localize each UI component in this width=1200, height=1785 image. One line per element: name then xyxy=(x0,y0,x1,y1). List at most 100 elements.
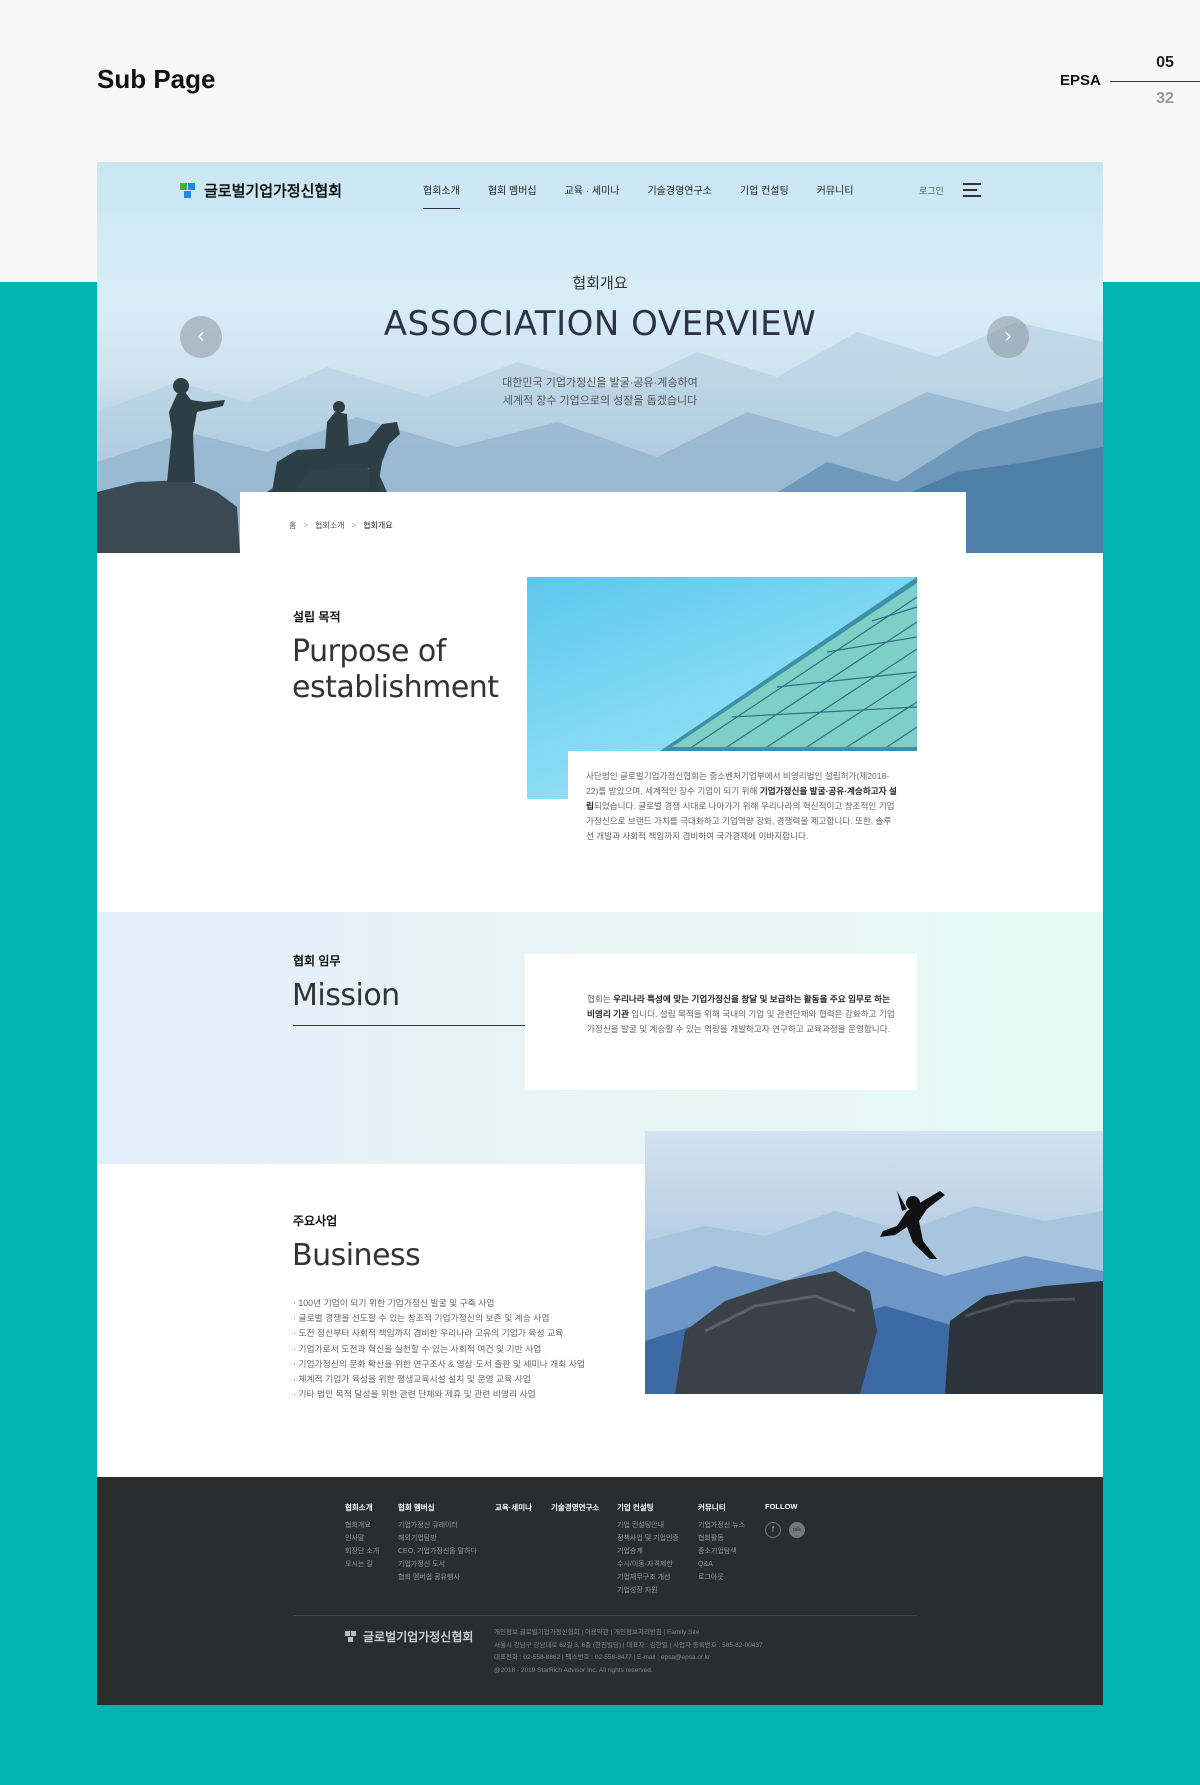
footer-link[interactable]: Q&A xyxy=(698,1558,745,1571)
footer-heading[interactable]: 기업 컨설팅 xyxy=(617,1502,679,1513)
footer-heading[interactable]: 협회 멤버십 xyxy=(398,1502,477,1513)
footer-link[interactable]: 협회개요 xyxy=(345,1519,379,1532)
chevron-right-icon: > xyxy=(303,521,309,530)
login-link[interactable]: 로그인 xyxy=(919,184,944,197)
footer-link[interactable]: 로그아웃 xyxy=(698,1571,745,1584)
website-mockup: 글로벌기업가정신협회 협회소개 협회 멤버십 교육 · 세미나 기술경영연구소 … xyxy=(97,162,1103,1705)
footer-info-line: 서울시 강남구 강남대로 62길 3, 6층 (한진빌딩) | 대표자 : 김한… xyxy=(494,1641,763,1649)
footer-logo[interactable]: 글로벌기업가정신협회 xyxy=(345,1628,473,1645)
indicator-line xyxy=(1110,81,1200,82)
footer-link[interactable]: 중소기업탐색 xyxy=(698,1545,745,1558)
purpose-label: 설립 목적 xyxy=(293,610,341,624)
business-label: 주요사업 xyxy=(293,1214,338,1228)
mission-arrow-line xyxy=(293,1025,558,1026)
facebook-icon[interactable]: f xyxy=(765,1522,781,1538)
breadcrumb-home[interactable]: 홈 xyxy=(289,520,296,531)
footer-link[interactable]: 기업승계 xyxy=(617,1545,679,1558)
hero-section: 글로벌기업가정신협회 협회소개 협회 멤버십 교육 · 세미나 기술경영연구소 … xyxy=(97,162,1103,553)
footer-link[interactable]: 기업 컨설팅안내 xyxy=(617,1519,679,1532)
nav-item-consulting[interactable]: 기업 컨설팅 xyxy=(726,182,803,197)
hero-title-korean: 협회개요 xyxy=(572,275,628,292)
footer-heading[interactable]: 기술경영연구소 xyxy=(551,1502,599,1513)
footer-divider xyxy=(293,1615,917,1616)
hero-subtitle: 대한민국 기업가정신을 발굴·공유·계승하여 세계적 장수 기업으로의 성장을 … xyxy=(97,374,1103,410)
footer-link[interactable]: 기업재무구조 개선 xyxy=(617,1571,679,1584)
mission-description-card: 협회는 우리나라 특성에 맞는 기업가정신을 창달 및 보급하는 활동을 주요 … xyxy=(525,954,917,1090)
footer-link[interactable]: 기업성장 지원 xyxy=(617,1584,679,1597)
site-header: 글로벌기업가정신협회 협회소개 협회 멤버십 교육 · 세미나 기술경영연구소 … xyxy=(97,162,1103,220)
footer-info-line: 개인정보 글로벌기업가정신협회 | 이용약관 | 개인정보처리방침 | Fami… xyxy=(494,1629,700,1636)
list-item: · 기타 법인 목적 달성을 위한 관련 단체와 제휴 및 관련 비영리 사업 xyxy=(293,1389,536,1400)
footer-column-consulting: 기업 컨설팅 기업 컨설팅안내 정책사업 및 기업인증 기업승계 수시/이동·자… xyxy=(617,1502,679,1597)
footer-copyright: @2018 - 2019 StarRich Advisor Inc. All r… xyxy=(494,1666,653,1674)
list-item: · 도전 정신부터 사회적 책임까지 겸비한 우리나라 고유의 기업가 육성 교… xyxy=(293,1328,564,1339)
footer-column-education: 교육·세미나 xyxy=(495,1502,532,1519)
footer-link[interactable]: 기업가정신 도서 xyxy=(398,1558,477,1571)
footer-link[interactable]: 수시/이동·자격제한 xyxy=(617,1558,679,1571)
footer-company-info: 개인정보 글로벌기업가정신협회 | 이용약관 | 개인정보처리방침 | Fami… xyxy=(494,1627,763,1677)
current-page-number: 05 xyxy=(1156,54,1174,71)
purpose-title-line-2: establishment xyxy=(292,670,499,705)
site-logo[interactable]: 글로벌기업가정신협회 xyxy=(180,180,342,201)
purpose-description-card: 사단법인 글로벌기업가정신협회는 중소벤처기업부에서 비영리법인 설립허가(제2… xyxy=(568,751,917,861)
purpose-description: 사단법인 글로벌기업가정신협회는 중소벤처기업부에서 비영리법인 설립허가(제2… xyxy=(586,771,897,841)
brand-label: EPSA xyxy=(1060,72,1101,89)
purpose-title: Purpose of establishment xyxy=(292,634,499,706)
footer-heading[interactable]: 협회소개 xyxy=(345,1502,379,1513)
footer-link[interactable]: CEO, 기업가정신을 말하다 xyxy=(398,1545,477,1558)
footer-heading[interactable]: 커뮤니티 xyxy=(698,1502,745,1513)
mission-title: Mission xyxy=(292,978,400,1013)
logo-text: 글로벌기업가정신협회 xyxy=(204,183,343,200)
hero-title-english: ASSOCIATION OVERVIEW xyxy=(383,304,817,344)
business-list: · 100년 기업이 되기 위한 기업가정신 발굴 및 구축 사업 · 글로벌 … xyxy=(293,1296,585,1402)
breadcrumb-bar: 홈 > 협회소개 > 협회개요 xyxy=(240,492,966,553)
nav-item-education[interactable]: 교육 · 세미나 xyxy=(551,182,634,197)
main-nav: 협회소개 협회 멤버십 교육 · 세미나 기술경영연구소 기업 컨설팅 커뮤니티 xyxy=(409,182,868,209)
nav-item-community[interactable]: 커뮤니티 xyxy=(803,182,868,197)
footer-link[interactable]: 해외기업탐방 xyxy=(398,1532,477,1545)
mission-label: 협회 임무 xyxy=(293,954,341,968)
slider-prev-button[interactable]: ‹ xyxy=(180,316,222,358)
list-item: · 글로벌 경쟁을 선도할 수 있는 창조적 기업가정신의 보존 및 계승 사업 xyxy=(293,1313,550,1324)
logo-mark-icon xyxy=(180,182,196,199)
chevron-right-icon: > xyxy=(351,521,357,530)
breadcrumb-current: 협회개요 xyxy=(363,521,393,530)
footer-heading[interactable]: 교육·세미나 xyxy=(495,1502,532,1513)
list-item: · 기업가로서 도전과 혁신을 실천할 수 있는 사회적 여건 및 기반 사업 xyxy=(293,1343,542,1354)
site-footer: 협회소개 협회개요 인사말 회장단 소개 오시는 길 협회 멤버십 기업가정신 … xyxy=(97,1477,1103,1705)
mission-description: 협회는 우리나라 특성에 맞는 기업가정신을 창달 및 보급하는 활동을 주요 … xyxy=(587,994,895,1034)
footer-link[interactable]: 기업가정신 큐레이터 xyxy=(398,1519,477,1532)
footer-column-follow: FOLLOW xyxy=(765,1502,798,1517)
footer-link[interactable]: 회장단 소개 xyxy=(345,1545,379,1558)
footer-link[interactable]: 정책사업 및 기업인증 xyxy=(617,1532,679,1545)
nav-item-about[interactable]: 협회소개 xyxy=(409,182,474,209)
footer-column-membership: 협회 멤버십 기업가정신 큐레이터 해외기업탐방 CEO, 기업가정신을 말하다… xyxy=(398,1502,477,1584)
business-title: Business xyxy=(292,1238,421,1273)
footer-column-research: 기술경영연구소 xyxy=(551,1502,599,1519)
footer-heading: FOLLOW xyxy=(765,1502,798,1511)
hamburger-menu-icon[interactable] xyxy=(963,183,981,197)
purpose-title-line-1: Purpose of xyxy=(292,634,446,669)
kakaotalk-icon[interactable]: talk xyxy=(789,1522,805,1538)
footer-link[interactable]: 협회 멤버쉽 공유행사 xyxy=(398,1571,477,1584)
footer-link[interactable]: 협회활동 xyxy=(698,1532,745,1545)
footer-info-line: 대표전화 : 02-558-8862 | 팩스번호 : 02-558-8477 … xyxy=(494,1654,711,1662)
footer-link[interactable]: 오시는 길 xyxy=(345,1558,379,1571)
hero-subtitle-line-2: 세계적 장수 기업으로의 성장을 돕겠습니다 xyxy=(502,395,698,407)
logo-mark-icon xyxy=(345,1630,357,1643)
total-page-number: 32 xyxy=(1156,90,1174,107)
breadcrumb: 홈 > 협회소개 > 협회개요 xyxy=(289,520,393,531)
nav-item-research[interactable]: 기술경영연구소 xyxy=(633,182,725,197)
footer-link[interactable]: 인사말 xyxy=(345,1532,379,1545)
mountain-jumper-image xyxy=(645,1131,1103,1394)
footer-column-community: 커뮤니티 기업가정신 뉴스 협회활동 중소기업탐색 Q&A 로그아웃 xyxy=(698,1502,745,1584)
hero-subtitle-line-1: 대한민국 기업가정신을 발굴·공유·계승하여 xyxy=(502,377,698,389)
page-title: Sub Page xyxy=(97,64,216,94)
list-item: · 100년 기업이 되기 위한 기업가정신 발굴 및 구축 사업 xyxy=(293,1298,495,1308)
list-item: · 체계적 기업가 육성을 위한 평생교육시설 설치 및 운영 교육 사업 xyxy=(293,1374,531,1385)
nav-item-membership[interactable]: 협회 멤버십 xyxy=(474,182,551,197)
footer-link[interactable]: 기업가정신 뉴스 xyxy=(698,1519,745,1532)
list-item: · 기업가정신의 문화 확산을 위한 연구조사 & 영상·도서 출판 및 세미나… xyxy=(293,1358,585,1369)
slider-next-button[interactable]: › xyxy=(987,316,1029,358)
breadcrumb-about[interactable]: 협회소개 xyxy=(315,520,344,531)
